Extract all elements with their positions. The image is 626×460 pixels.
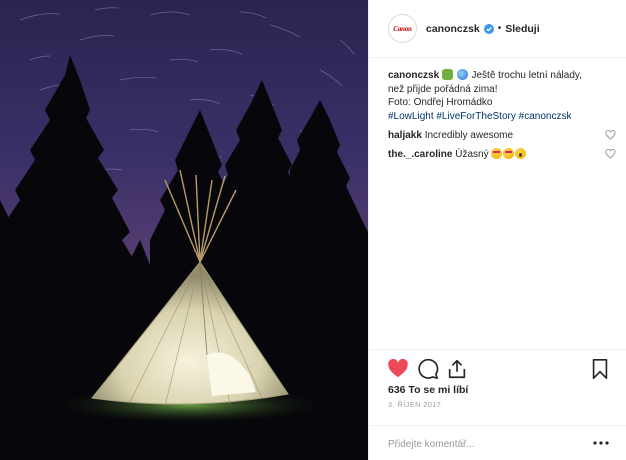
avatar-logo-text: Canon [393, 24, 412, 33]
comment-username[interactable]: haljakk [388, 130, 422, 141]
header-separator: • [497, 23, 502, 34]
post-date[interactable]: 3. ŘÍJEN 2017 [388, 402, 441, 409]
caption-username[interactable]: canonczsk [388, 70, 439, 81]
post-photo[interactable] [0, 0, 368, 460]
star-struck-emoji-icon [503, 148, 515, 159]
verified-badge-icon [483, 23, 494, 34]
comment-text: Úžasný [455, 149, 489, 160]
post-actions: 636 To se mi líbí 3. ŘÍJEN 2017 [369, 349, 626, 460]
caption-line-2: než přijde pořádná zima! [388, 83, 498, 95]
post-caption: canonczsk Ještě trochu letní nálady, než… [388, 69, 616, 123]
comment-text: Incredibly awesome [424, 130, 514, 141]
header-username[interactable]: canonczsk [426, 23, 480, 35]
hashtag-link[interactable]: #LowLight [388, 111, 434, 122]
comment-item: the._.caroline Úžasný [388, 148, 616, 161]
add-comment-bar [369, 425, 626, 460]
post-side-panel: Canon canonczsk • Sleduji canonczsk Ješt… [368, 0, 626, 460]
heart-filled-icon[interactable] [387, 358, 409, 380]
turtle-emoji-icon [441, 69, 453, 80]
bookmark-icon[interactable] [589, 358, 611, 380]
comment-item: haljakk Incredibly awesome [388, 129, 616, 142]
more-dots-icon[interactable] [593, 437, 609, 449]
add-comment-input[interactable] [388, 435, 578, 453]
caption-line-3: Foto: Ondřej Hromádko [388, 97, 493, 108]
hashtag-link[interactable]: #LiveForTheStory [436, 111, 515, 122]
post-header: Canon canonczsk • Sleduji [369, 0, 626, 58]
comments-section: canonczsk Ještě trochu letní nálady, než… [388, 69, 616, 161]
action-icons-row [387, 358, 611, 382]
hashtag-link[interactable]: #canonczsk [519, 111, 572, 122]
screaming-face-emoji-icon [515, 148, 527, 159]
avatar[interactable]: Canon [388, 14, 417, 43]
star-struck-emoji-icon [491, 148, 503, 159]
instagram-post: Canon canonczsk • Sleduji canonczsk Ješt… [0, 0, 626, 460]
globe-emoji-icon [456, 69, 468, 80]
comment-username[interactable]: the._.caroline [388, 149, 452, 160]
teepee-night-photo [0, 0, 368, 460]
comment-like-heart-icon[interactable] [605, 149, 616, 159]
comment-bubble-icon[interactable] [417, 358, 439, 380]
likes-count[interactable]: 636 To se mi líbí [388, 384, 468, 396]
share-icon[interactable] [446, 358, 468, 380]
following-button[interactable]: Sleduji [505, 23, 539, 35]
caption-line-1: Ještě trochu letní nálady, [471, 70, 582, 81]
comment-like-heart-icon[interactable] [605, 130, 616, 140]
